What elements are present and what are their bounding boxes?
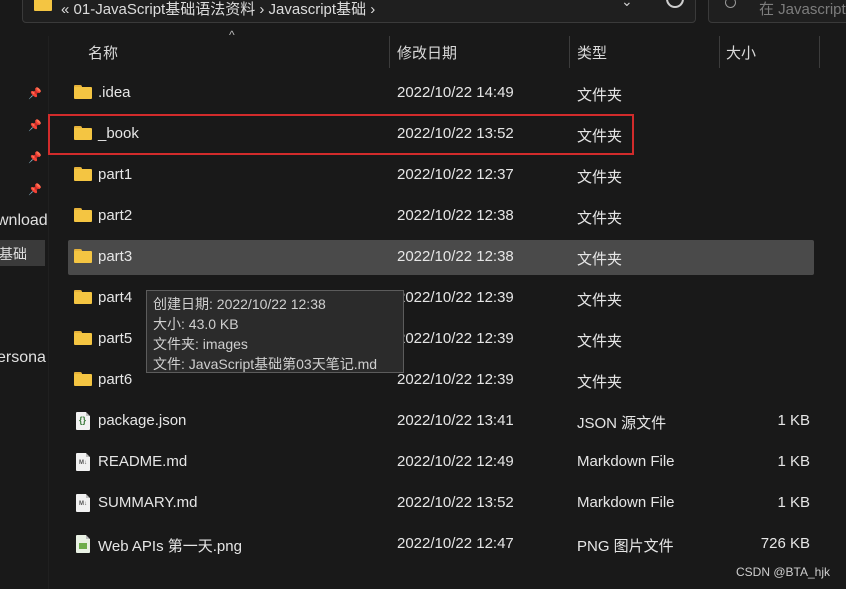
pin-icon[interactable]: 📌 [28,152,42,164]
file-size: 1 KB [777,412,810,429]
file-date: 2022/10/22 12:47 [397,535,514,552]
file-row[interactable]: .idea 2022/10/22 14:49 文件夹 [68,76,814,111]
file-row[interactable]: part2 2022/10/22 12:38 文件夹 [68,199,814,234]
file-row[interactable]: M↓ SUMMARY.md 2022/10/22 13:52 Markdown Fil… [68,486,814,521]
file-size: 1 KB [777,453,810,470]
folder-icon [74,167,92,181]
folder-icon [74,249,92,263]
file-type: JSON 源文件 [577,415,667,432]
file-row[interactable]: part3 2022/10/22 12:38 文件夹 [68,240,814,275]
file-name: part6 [98,371,133,388]
file-type: 文件夹 [577,333,623,350]
sort-indicator-icon: ^ [229,28,235,42]
folder-icon [74,372,92,386]
nav-item-current[interactable]: 基础 [0,244,27,264]
folder-icon [74,331,92,345]
search-box[interactable]: 在 Javascript... [708,0,846,23]
file-name: .idea [98,84,131,101]
folder-icon [34,0,52,11]
tooltip-files: 文件: JavaScript基础第03天笔记.md [153,356,378,372]
file-type: 文件夹 [577,374,623,391]
file-type: PNG 图片文件 [577,538,674,555]
refresh-icon[interactable] [666,0,684,8]
highlight-box [48,114,634,155]
chevron-down-icon[interactable]: ⌄ [621,0,633,10]
markdown-file-icon: M↓ [76,453,90,471]
markdown-file-icon: M↓ [76,494,90,512]
nav-item-downloads[interactable]: wnload [0,212,48,230]
file-name: part1 [98,166,133,183]
column-separator[interactable] [819,36,820,68]
file-row[interactable]: part1 2022/10/22 12:37 文件夹 [68,158,814,193]
column-separator[interactable] [389,36,390,68]
file-date: 2022/10/22 12:38 [397,207,514,224]
column-header-name[interactable]: 名称 [88,42,118,63]
folder-icon [74,208,92,222]
column-separator[interactable] [719,36,720,68]
file-date: 2022/10/22 12:49 [397,453,514,470]
file-name: README.md [98,453,188,470]
file-date: 2022/10/22 12:39 [397,289,514,306]
column-header-type[interactable]: 类型 [577,42,607,63]
file-name: Web APIs 第一天.png [98,538,242,555]
file-type: Markdown File [577,453,675,470]
column-header-date[interactable]: 修改日期 [397,42,457,63]
folder-icon [74,85,92,99]
file-type: 文件夹 [577,210,623,227]
file-type: 文件夹 [577,169,623,186]
nav-item-personal[interactable]: ersona [0,349,46,367]
column-header-size[interactable]: 大小 [726,42,756,63]
file-name: part3 [98,248,133,265]
file-date: 2022/10/22 12:39 [397,371,514,388]
file-type: 文件夹 [577,251,623,268]
file-size: 1 KB [777,494,810,511]
file-type: 文件夹 [577,292,623,309]
file-date: 2022/10/22 12:39 [397,330,514,347]
file-date: 2022/10/22 14:49 [397,84,514,101]
file-size: 726 KB [760,535,810,552]
folder-tooltip: 创建日期: 2022/10/22 12:38 大小: 43.0 KB 文件夹: … [146,290,404,373]
top-bar: « 01-JavaScript基础语法资料 › Javascript基础 › ⌄… [0,0,846,23]
tooltip-size: 大小: 43.0 KB [153,316,239,332]
file-row[interactable]: M↓ README.md 2022/10/22 12:49 Markdown File… [68,445,814,480]
file-name: package.json [98,412,187,429]
json-file-icon: {} [76,412,90,430]
file-date: 2022/10/22 13:41 [397,412,514,429]
file-name: part2 [98,207,133,224]
png-file-icon [76,535,90,553]
file-type: 文件夹 [577,87,623,104]
search-placeholder: 在 Javascript... [759,1,846,18]
address-bar[interactable]: « 01-JavaScript基础语法资料 › Javascript基础 › ⌄ [22,0,696,23]
file-row[interactable]: {} package.json 2022/10/22 13:41 JSON 源文件 1 … [68,404,814,439]
file-name: SUMMARY.md [98,494,198,511]
search-icon [725,0,736,8]
tooltip-created: 创建日期: 2022/10/22 12:38 [153,296,326,312]
pin-icon[interactable]: 📌 [28,184,42,196]
file-name: part4 [98,289,133,306]
folder-icon [74,290,92,304]
watermark: CSDN @BTA_hjk [736,565,830,579]
file-name: part5 [98,330,133,347]
pin-icon[interactable]: 📌 [28,120,42,132]
tooltip-folders: 文件夹: images [153,336,248,352]
pin-icon[interactable]: 📌 [28,88,42,100]
file-date: 2022/10/22 12:38 [397,248,514,265]
address-path[interactable]: « 01-JavaScript基础语法资料 › Javascript基础 › [61,0,375,19]
file-row[interactable]: Web APIs 第一天.png 2022/10/22 12:47 PNG 图片文件… [68,527,814,562]
column-separator[interactable] [569,36,570,68]
file-date: 2022/10/22 13:52 [397,494,514,511]
file-type: Markdown File [577,494,675,511]
file-date: 2022/10/22 12:37 [397,166,514,183]
